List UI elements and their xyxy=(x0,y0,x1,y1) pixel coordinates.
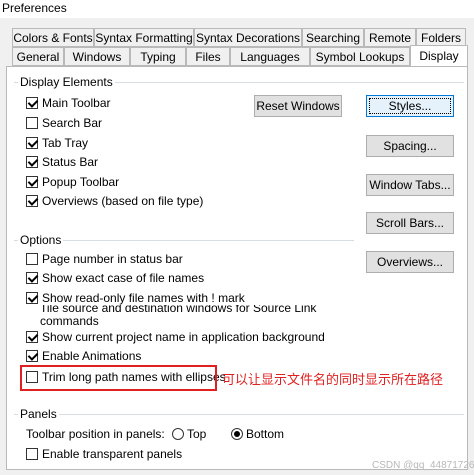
tab-syntax-decorations[interactable]: Syntax Decorations xyxy=(194,28,302,47)
tab-remote[interactable]: Remote xyxy=(364,28,416,47)
checkbox-main-toolbar[interactable]: Main Toolbar xyxy=(26,96,110,110)
checkbox-checked-icon xyxy=(26,156,38,168)
group-divider xyxy=(14,240,354,241)
tab-languages[interactable]: Languages xyxy=(230,47,310,66)
checkbox-tab-tray[interactable]: Tab Tray xyxy=(26,136,88,150)
display-elements-heading: Display Elements xyxy=(18,75,115,89)
checkbox-overviews[interactable]: Overviews (based on file type) xyxy=(26,194,203,208)
tab-symbol-lookups[interactable]: Symbol Lookups xyxy=(310,47,410,66)
checkbox-unchecked-icon xyxy=(26,117,38,129)
checkbox-label: Tile source and destination windows for … xyxy=(40,305,317,327)
checkbox-label: Show exact case of file names xyxy=(42,271,205,285)
checkbox-checked-icon xyxy=(26,97,38,109)
group-divider xyxy=(14,414,464,415)
panels-heading: Panels xyxy=(18,407,59,421)
checkbox-checked-icon xyxy=(26,331,38,343)
overviews-button[interactable]: Overviews... xyxy=(366,251,454,273)
checkbox-checked-icon xyxy=(26,137,38,149)
checkbox-checked-icon xyxy=(26,292,38,304)
options-heading: Options xyxy=(18,233,64,247)
checkbox-page-number[interactable]: Page number in status bar xyxy=(26,252,183,266)
checkbox-label: Show current project name in application… xyxy=(42,330,325,344)
toolbar-position-label: Toolbar position in panels: xyxy=(26,427,165,441)
checkbox-transparent-panels[interactable]: Enable transparent panels xyxy=(26,447,182,461)
checkbox-unchecked-icon xyxy=(26,448,38,460)
checkbox-tile-windows[interactable]: Tile source and destination windows for … xyxy=(26,305,356,327)
checkbox-status-bar[interactable]: Status Bar xyxy=(26,155,98,169)
checkbox-read-only-mark[interactable]: Show read-only file names with ! mark xyxy=(26,291,245,305)
checkbox-label: Overviews (based on file type) xyxy=(42,194,204,208)
tab-display[interactable]: Display xyxy=(410,45,468,66)
checkbox-label: Show read-only file names with ! mark xyxy=(42,291,245,305)
window-tabs-button[interactable]: Window Tabs... xyxy=(366,174,454,196)
radio-selected-icon xyxy=(231,428,243,440)
tab-searching[interactable]: Searching xyxy=(302,28,364,47)
checkbox-label: Page number in status bar xyxy=(42,252,183,266)
checkbox-label: Enable Animations xyxy=(42,349,142,363)
spacing-button[interactable]: Spacing... xyxy=(366,135,454,157)
checkbox-label: Tab Tray xyxy=(42,136,89,150)
radio-label: Top xyxy=(187,427,207,441)
annotation-highlight-box xyxy=(20,365,217,391)
checkbox-checked-icon xyxy=(26,195,38,207)
checkbox-checked-icon xyxy=(26,272,38,284)
checkbox-label: Popup Toolbar xyxy=(42,175,120,189)
watermark-text: CSDN @qq_44871726 xyxy=(372,460,474,471)
scroll-bars-button[interactable]: Scroll Bars... xyxy=(366,212,454,234)
tab-windows[interactable]: Windows xyxy=(64,47,130,66)
radio-top[interactable]: Top xyxy=(172,427,206,441)
radio-unselected-icon xyxy=(172,428,184,440)
checkbox-exact-case[interactable]: Show exact case of file names xyxy=(26,271,204,285)
tab-typing[interactable]: Typing xyxy=(130,47,186,66)
tab-general[interactable]: General xyxy=(12,47,64,66)
title-bar: Preferences xyxy=(0,0,474,18)
checkbox-search-bar[interactable]: Search Bar xyxy=(26,116,102,130)
checkbox-unchecked-icon xyxy=(26,253,38,265)
checkbox-enable-animations[interactable]: Enable Animations xyxy=(26,349,141,363)
checkbox-label: Enable transparent panels xyxy=(42,447,183,461)
styles-button[interactable]: Styles... xyxy=(366,95,454,117)
checkbox-project-name[interactable]: Show current project name in application… xyxy=(26,330,325,344)
radio-bottom[interactable]: Bottom xyxy=(231,427,284,441)
annotation-text: 可以让显示文件名的同时显示所在路径 xyxy=(222,372,444,387)
reset-windows-button[interactable]: Reset Windows xyxy=(254,95,342,117)
tab-files[interactable]: Files xyxy=(186,47,230,66)
checkbox-checked-icon xyxy=(26,350,38,362)
tab-colors-fonts[interactable]: Colors & Fonts xyxy=(12,28,94,47)
checkbox-label: Search Bar xyxy=(42,116,103,130)
checkbox-popup-toolbar[interactable]: Popup Toolbar xyxy=(26,175,119,189)
tab-syntax-formatting[interactable]: Syntax Formatting xyxy=(94,28,194,47)
radio-label: Bottom xyxy=(246,427,285,441)
checkbox-label: Status Bar xyxy=(42,155,99,169)
checkbox-label: Main Toolbar xyxy=(42,96,111,110)
checkbox-checked-icon xyxy=(26,176,38,188)
window-title: Preferences xyxy=(2,1,67,15)
